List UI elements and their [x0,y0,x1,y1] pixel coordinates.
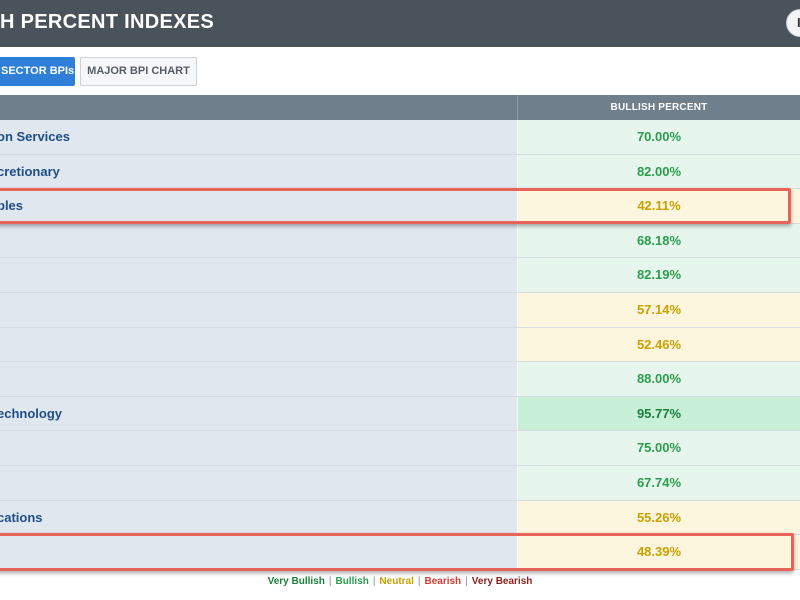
bullish-percent-value: 48.39% [518,535,800,569]
bullish-percent-value: 75.00% [518,431,800,465]
tab-major-bpi-chart[interactable]: MAJOR BPI CHART [80,57,197,86]
sector-name-cell: ples [0,189,517,223]
page-title: H PERCENT INDEXES [0,11,215,33]
table-row[interactable]: on Services 70.00% [0,120,800,155]
bullish-percent-value: 82.00% [518,154,800,189]
legend-separator: | [465,576,468,587]
table-row[interactable]: 67.74% [0,465,800,501]
table-row[interactable]: 68.18% [0,223,800,259]
tab-bar: SECTOR BPIs MAJOR BPI CHART [0,47,800,95]
bullish-percent-value: 55.26% [518,500,800,535]
sector-name-cell: cations [0,500,517,535]
app-header: H PERCENT INDEXES I [0,0,800,47]
table-row[interactable]: 52.46% [0,327,800,363]
bullish-percent-value: 42.11% [518,189,800,223]
sector-name-link[interactable]: ples [0,198,23,213]
bullish-percent-value: 88.00% [518,362,800,396]
sector-name-cell [0,465,517,500]
legend-very-bearish: Very Bearish [471,576,533,587]
sector-name-cell [0,223,517,258]
table-row[interactable]: 82.19% [0,258,800,293]
sector-name-cell [0,431,517,465]
legend: Very Bullish | Bullish | Neutral | Bearish | Ver… [0,571,800,593]
legend-bearish: Bearish [424,576,462,587]
sector-name-cell [0,362,517,396]
table-header: BULLISH PERCENT [0,95,800,120]
sector-name-cell [0,258,517,292]
sector-name-cell: echnology [0,396,517,431]
table-row[interactable]: cations 55.26% [0,500,800,536]
bullish-percent-value: 68.18% [518,223,800,258]
bullish-percent-column-header[interactable]: BULLISH PERCENT [518,95,800,120]
table-row[interactable]: cretionary 82.00% [0,154,800,190]
bullish-percent-value: 52.46% [518,327,800,362]
bullish-percent-value: 67.74% [518,465,800,500]
table-row[interactable]: ples 42.11% [0,189,800,224]
tab-sector-bpis[interactable]: SECTOR BPIs [0,57,75,86]
table-row[interactable]: echnology 95.77% [0,396,800,432]
legend-separator: | [417,576,421,587]
legend-bullish: Bullish [335,576,369,587]
bullish-percent-value: 70.00% [518,120,800,154]
legend-separator: | [328,576,332,587]
table-row[interactable]: 57.14% [0,292,800,328]
bullish-percent-value: 57.14% [518,292,800,327]
legend-separator: | [372,576,376,587]
header-menu-button[interactable]: I [786,9,800,37]
table-row[interactable]: 75.00% [0,431,800,466]
sector-name-link[interactable]: cretionary [0,164,60,179]
sector-name-link[interactable]: echnology [0,406,62,421]
sector-name-cell: cretionary [0,154,517,189]
sector-name-link[interactable]: cations [0,510,43,525]
sector-name-link[interactable]: on Services [0,129,70,144]
sector-name-cell [0,327,517,362]
bullish-percent-value: 95.77% [518,396,800,431]
sector-name-cell [0,535,517,569]
table-row[interactable]: 48.39% [0,535,800,570]
bullish-percent-value: 82.19% [518,258,800,292]
sector-table: on Services 70.00% cretionary 82.00% ples 42.… [0,120,800,570]
sector-name-cell [0,292,517,327]
table-row[interactable]: 88.00% [0,362,800,397]
sector-name-cell: on Services [0,120,517,154]
legend-very-bullish: Very Bullish [267,576,325,587]
legend-neutral: Neutral [379,576,414,587]
